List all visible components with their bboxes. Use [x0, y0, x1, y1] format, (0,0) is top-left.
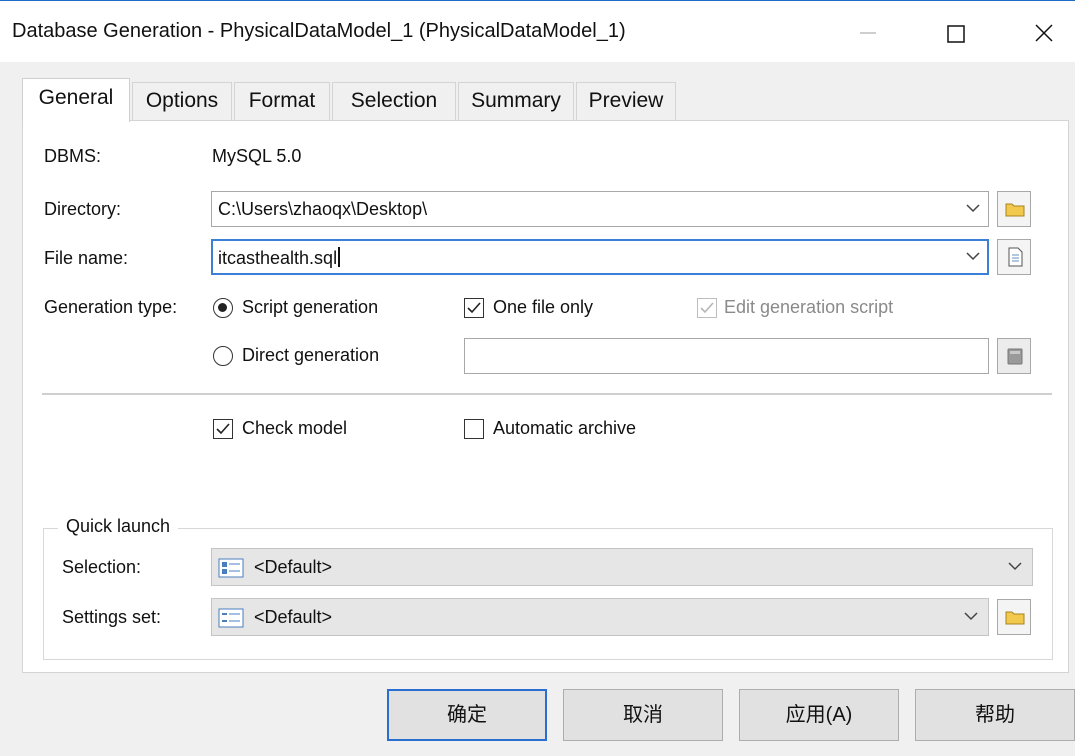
data-source-button[interactable] — [997, 338, 1031, 374]
ok-button[interactable]: 确定 — [387, 689, 547, 741]
tab-preview[interactable]: Preview — [576, 82, 676, 120]
close-icon — [1035, 24, 1053, 42]
separator — [42, 393, 1052, 395]
chevron-down-icon — [966, 252, 980, 261]
directory-value: C:\Users\zhaoqx\Desktop\ — [218, 199, 428, 219]
direct-generation-label: Direct generation — [242, 345, 380, 365]
database-icon — [1007, 348, 1023, 365]
automatic-archive-checkbox[interactable] — [464, 419, 484, 439]
automatic-archive-label: Automatic archive — [493, 418, 637, 438]
browse-file-button[interactable] — [997, 239, 1031, 275]
tab-summary[interactable]: Summary — [458, 82, 574, 120]
chevron-down-icon — [964, 612, 978, 621]
folder-icon — [1005, 611, 1025, 625]
tab-selection[interactable]: Selection — [332, 82, 456, 120]
window-title: Database Generation - PhysicalDataModel_… — [12, 20, 626, 42]
selection-label: Selection: — [62, 557, 142, 577]
apply-button[interactable]: 应用(A) — [739, 689, 899, 741]
checkmark-icon — [700, 302, 714, 314]
settings-set-value: <Default> — [254, 607, 333, 627]
filename-value: itcasthealth.sql — [218, 248, 338, 268]
browse-settings-button[interactable] — [997, 599, 1031, 635]
checkmark-icon — [467, 302, 481, 314]
chevron-down-icon — [1008, 562, 1022, 571]
script-generation-label: Script generation — [242, 297, 379, 317]
one-file-only-checkbox[interactable] — [464, 298, 484, 318]
folder-icon — [1005, 203, 1025, 217]
selection-value: <Default> — [254, 557, 333, 577]
edit-generation-script-checkbox[interactable] — [697, 298, 717, 318]
data-source-field[interactable] — [464, 338, 989, 374]
tab-options[interactable]: Options — [132, 82, 232, 120]
filename-label: File name: — [44, 248, 129, 268]
tab-general[interactable]: General — [22, 78, 130, 122]
directory-label: Directory: — [44, 199, 122, 219]
dbms-value: MySQL 5.0 — [212, 146, 302, 166]
directory-combo[interactable]: C:\Users\zhaoqx\Desktop\ — [211, 191, 989, 227]
minimize-icon — [860, 32, 876, 34]
filename-input-area: itcasthealth.sql — [218, 247, 341, 269]
quick-launch-title: Quick launch — [58, 516, 179, 537]
text-caret — [338, 247, 341, 267]
settings-set-label: Settings set: — [62, 607, 162, 627]
document-icon — [1008, 247, 1023, 267]
maximize-icon — [947, 25, 965, 43]
checkmark-icon — [216, 423, 230, 435]
selection-list-icon — [218, 558, 244, 578]
script-generation-radio[interactable] — [213, 298, 233, 318]
check-model-checkbox[interactable] — [213, 419, 233, 439]
selection-dropdown[interactable]: <Default> — [211, 548, 1033, 586]
cancel-button[interactable]: 取消 — [563, 689, 723, 741]
maximize-button[interactable] — [926, 1, 986, 63]
settings-list-icon — [218, 608, 244, 628]
tab-format[interactable]: Format — [234, 82, 330, 120]
settings-set-dropdown[interactable]: <Default> — [211, 598, 989, 636]
minimize-button[interactable] — [838, 1, 898, 63]
one-file-only-label: One file only — [493, 297, 594, 317]
direct-generation-radio[interactable] — [213, 346, 233, 366]
close-button[interactable] — [1014, 1, 1074, 63]
help-button[interactable]: 帮助 — [915, 689, 1075, 741]
check-model-label: Check model — [242, 418, 348, 438]
edit-generation-script-label: Edit generation script — [724, 297, 894, 317]
title-bar: Database Generation - PhysicalDataModel_… — [0, 0, 1075, 62]
filename-combo[interactable]: itcasthealth.sql — [211, 239, 989, 275]
browse-directory-button[interactable] — [997, 191, 1031, 227]
dbms-label: DBMS: — [44, 146, 102, 166]
chevron-down-icon — [966, 204, 980, 213]
generation-type-label: Generation type: — [44, 297, 178, 317]
